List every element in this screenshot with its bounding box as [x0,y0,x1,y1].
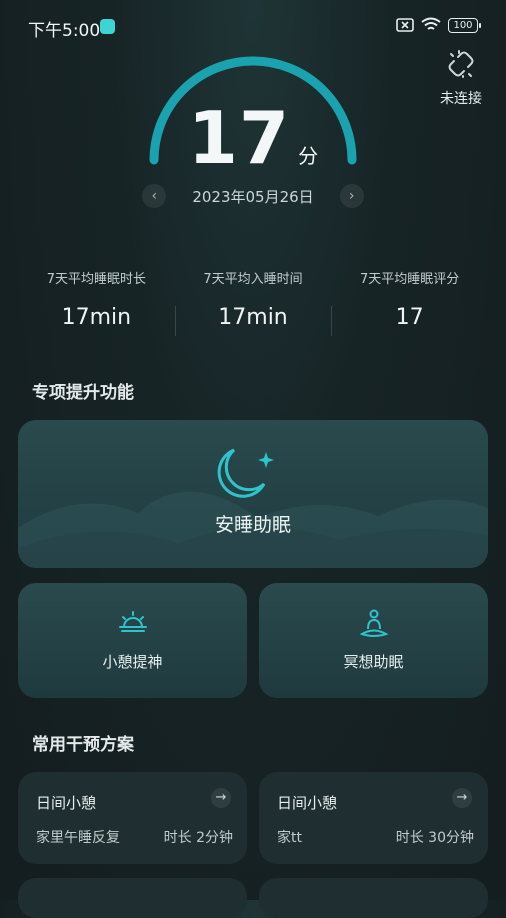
meditation-card[interactable]: 冥想助眠 [259,583,488,698]
plans-section-title: 常用干预方案 [32,735,134,755]
plan-subtitle: 家tt [277,830,302,846]
stat-avg-score: 7天平均睡眠评分 17 [331,268,488,336]
nap-refresh-card[interactable]: 小憩提神 [18,583,247,698]
wifi-icon [421,17,441,30]
status-bar: 下午5:00 100 [0,0,506,56]
score-unit: 分 [298,144,319,168]
sun-icon [119,611,147,632]
arrow-right-icon[interactable]: → [452,788,472,808]
date-text[interactable]: 2023年05月26日 [192,186,313,207]
plan-title: 日间小憩 [277,794,338,812]
battery-level: 100 [453,19,473,31]
status-time: 下午5:00 [28,21,101,41]
sleep-aid-label: 安睡助眠 [214,514,291,536]
weekly-stats: 7天平均睡眠时长 17min 7天平均入睡时间 17min 7天平均睡眠评分 1… [18,268,488,336]
stat-value: 17min [218,305,288,330]
plan-card[interactable]: 日间小憩 → 家tt 时长 30分钟 [259,772,488,864]
status-icons: 100 [396,17,481,33]
next-date-button[interactable]: › [339,184,364,208]
meditation-label: 冥想助眠 [343,653,404,671]
plan-duration: 时长 2分钟 [163,830,233,846]
prev-date-button[interactable]: ‹ [142,184,167,208]
plan-duration: 时长 30分钟 [395,830,474,846]
plan-title: 日间小憩 [36,794,97,812]
stat-avg-onset: 7天平均入睡时间 17min [174,268,332,336]
battery-icon: 100 [448,17,481,33]
stat-avg-duration: 7天平均睡眠时长 17min [18,268,175,330]
arrow-right-icon[interactable]: → [211,788,231,808]
special-section-title: 专项提升功能 [32,383,134,403]
plan-card[interactable]: 日间小憩 → 家里午睡反复 时长 2分钟 [18,772,247,864]
sim-missing-icon [396,18,414,32]
stat-label: 7天平均睡眠评分 [360,272,460,287]
stat-label: 7天平均入睡时间 [203,272,303,287]
nap-refresh-label: 小憩提神 [102,653,163,671]
sleep-score: 17 分 [0,96,506,180]
score-value: 17 [187,96,291,180]
app-badge-icon [100,19,115,34]
plan-card-partial[interactable] [259,878,488,918]
stat-label: 7天平均睡眠时长 [46,272,146,287]
stat-value: 17min [61,305,132,330]
date-selector: ‹ 2023年05月26日 › [0,184,506,208]
plan-card-partial[interactable] [18,878,247,918]
plan-subtitle: 家里午睡反复 [36,830,120,846]
moon-star-icon [217,448,274,498]
meditation-icon [359,609,389,637]
stat-value: 17 [395,305,424,330]
unlink-icon [448,50,474,78]
